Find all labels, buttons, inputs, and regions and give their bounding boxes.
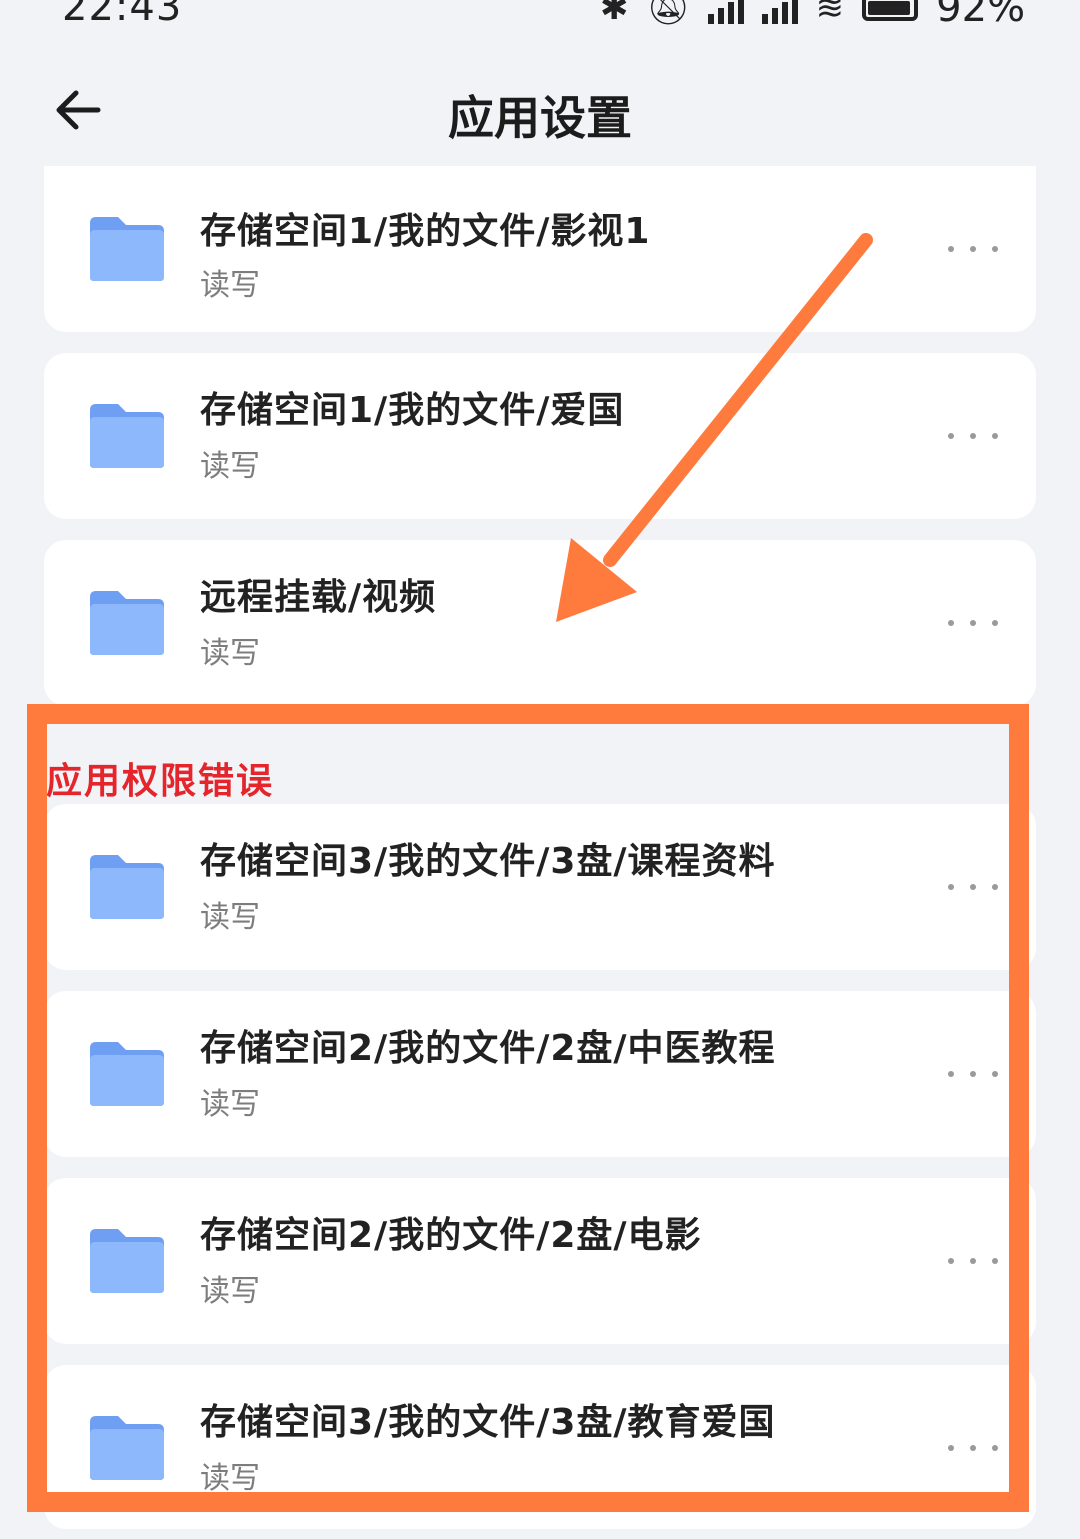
folder-icon	[90, 1416, 164, 1480]
app-header: 应用设置	[0, 60, 1080, 170]
status-icons: ✱ 🔕︎ ≋ 92%	[600, 0, 1025, 28]
folder-path: 存储空间1/我的文件/爱国	[200, 390, 625, 431]
more-options-button[interactable]	[948, 241, 998, 257]
folder-item[interactable]: 存储空间3/我的文件/3盘/教育爱国 读写	[44, 1365, 1036, 1529]
permission-label: 读写	[200, 449, 260, 484]
folder-icon	[90, 591, 164, 655]
folder-item[interactable]: 存储空间1/我的文件/影视1 读写	[44, 166, 1036, 332]
folder-path: 远程挂载/视频	[200, 577, 437, 618]
more-options-button[interactable]	[948, 1440, 998, 1456]
more-options-button[interactable]	[948, 1066, 998, 1082]
permission-label: 读写	[200, 636, 260, 671]
signal-icon	[761, 0, 798, 24]
battery-level: 92%	[936, 0, 1026, 31]
folder-item[interactable]: 存储空间1/我的文件/爱国 读写	[44, 353, 1036, 519]
permission-label: 读写	[200, 900, 260, 935]
folder-icon	[90, 217, 164, 281]
folder-path: 存储空间1/我的文件/影视1	[200, 211, 651, 252]
folder-path: 存储空间2/我的文件/2盘/电影	[200, 1215, 702, 1256]
status-bar: 22:43 ✱ 🔕︎ ≋ 92%	[0, 0, 1080, 40]
more-options-button[interactable]	[948, 1253, 998, 1269]
folder-item[interactable]: 存储空间2/我的文件/2盘/中医教程 读写	[44, 991, 1036, 1157]
folder-icon	[90, 1229, 164, 1293]
permission-label: 读写	[200, 1461, 260, 1496]
battery-icon	[862, 0, 919, 21]
folder-path: 存储空间2/我的文件/2盘/中医教程	[200, 1028, 776, 1069]
bluetooth-icon: ✱	[600, 0, 629, 28]
folder-icon	[90, 404, 164, 468]
permission-label: 读写	[200, 268, 260, 303]
folder-item[interactable]: 存储空间2/我的文件/2盘/电影 读写	[44, 1178, 1036, 1344]
folder-item[interactable]: 远程挂载/视频 读写	[44, 540, 1036, 706]
section-title-permission-error: 应用权限错误	[46, 761, 275, 802]
folder-path: 存储空间3/我的文件/3盘/教育爱国	[200, 1402, 776, 1443]
more-options-button[interactable]	[948, 428, 998, 444]
wifi-icon: ≋	[815, 0, 845, 28]
permission-label: 读写	[200, 1274, 260, 1309]
signal-icon	[707, 0, 744, 24]
permission-label: 读写	[200, 1087, 260, 1122]
more-options-button[interactable]	[948, 879, 998, 895]
folder-icon	[90, 1042, 164, 1106]
folder-path: 存储空间3/我的文件/3盘/课程资料	[200, 841, 776, 882]
page-title: 应用设置	[448, 91, 632, 145]
status-time: 22:43	[62, 0, 183, 30]
more-options-button[interactable]	[948, 615, 998, 631]
folder-icon	[90, 855, 164, 919]
folder-item[interactable]: 存储空间3/我的文件/3盘/课程资料 读写	[44, 804, 1036, 970]
bell-muted-icon: 🔕︎	[646, 0, 690, 28]
